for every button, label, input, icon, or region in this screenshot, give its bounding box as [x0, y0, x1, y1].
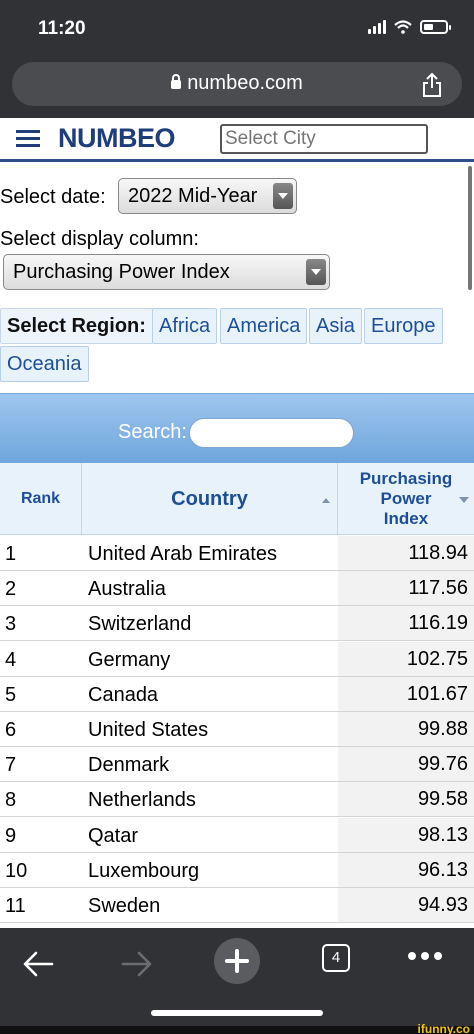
table-search-input[interactable] — [189, 418, 354, 448]
table-row: 1 United Arab Emirates 118.94 — [0, 536, 474, 571]
table-row: 7 Denmark 99.76 — [0, 747, 474, 783]
new-tab-plus-icon[interactable] — [214, 938, 260, 984]
date-select-value: 2022 Mid-Year — [128, 185, 258, 207]
rank-cell: 9 — [5, 824, 17, 847]
table-row: 8 Netherlands 99.58 — [0, 782, 474, 818]
country-cell: United Arab Emirates — [88, 543, 277, 565]
address-bar[interactable]: numbeo.com — [12, 62, 462, 106]
region-africa-link[interactable]: Africa — [152, 308, 218, 344]
country-cell: Denmark — [88, 754, 170, 777]
ppi-header-line-2: Power — [380, 489, 432, 508]
date-select[interactable]: 2022 Mid-Year — [118, 178, 297, 214]
country-cell: Netherlands — [88, 789, 196, 812]
ppi-value-cell: 101.67 — [338, 676, 474, 711]
city-search-input[interactable] — [220, 124, 428, 154]
table-row: 10 Luxembourg 96.13 — [0, 852, 474, 888]
region-america-link[interactable]: America — [220, 308, 308, 344]
region-asia-link[interactable]: Asia — [309, 308, 362, 344]
country-cell: Luxembourg — [88, 859, 200, 882]
country-cell: Qatar — [88, 824, 139, 847]
ppi-value-cell: 99.58 — [338, 782, 474, 817]
dropdown-arrow-icon — [273, 183, 293, 209]
sort-descending-icon — [459, 497, 469, 503]
scrollbar[interactable] — [468, 166, 472, 290]
rank-cell: 6 — [5, 719, 17, 741]
rank-cell: 11 — [5, 895, 26, 917]
lock-icon — [171, 74, 182, 89]
table-row: 4 Germany 102.75 — [0, 641, 474, 677]
status-time: 11:20 — [38, 18, 86, 39]
rank-cell: 7 — [5, 754, 17, 777]
menu-icon[interactable] — [16, 130, 40, 148]
watermark-text: ifunny.co — [417, 1022, 470, 1034]
url-text: numbeo.com — [187, 72, 303, 94]
rank-cell: 3 — [5, 613, 17, 636]
ppi-value-cell: 99.76 — [338, 747, 474, 782]
site-logo[interactable]: NUMBEO — [58, 123, 176, 154]
dropdown-arrow-icon — [306, 259, 326, 285]
ppi-header-line-3: Index — [383, 509, 429, 528]
watermark-strip — [0, 1026, 474, 1034]
region-title: Select Region: — [0, 308, 153, 344]
back-arrow-icon[interactable] — [22, 950, 54, 978]
country-cell: Germany — [88, 648, 171, 671]
table-search-bar: Search: — [0, 393, 474, 463]
rank-cell: 5 — [5, 683, 17, 706]
country-cell: Switzerland — [88, 613, 192, 636]
home-indicator[interactable] — [151, 1010, 323, 1016]
table-row: 2 Australia 117.56 — [0, 571, 474, 607]
country-cell: Sweden — [88, 895, 161, 917]
ppi-header-line-1: Purchasing — [359, 469, 453, 488]
ppi-value-cell: 94.93 — [338, 888, 474, 922]
more-options-icon[interactable] — [408, 952, 442, 960]
sort-ascending-icon — [322, 498, 330, 503]
rank-cell: 8 — [5, 789, 17, 812]
country-cell: Australia — [88, 578, 166, 601]
site-header: NUMBEO — [0, 118, 474, 162]
table-row: 6 United States 99.88 — [0, 712, 474, 747]
column-select[interactable]: Purchasing Power Index — [3, 254, 330, 290]
browser-chrome: 11:20 numbeo.com — [0, 0, 474, 118]
tabs-count-button[interactable]: 4 — [322, 944, 350, 972]
table-row: 9 Qatar 98.13 — [0, 817, 474, 853]
column-select-value: Purchasing Power Index — [13, 261, 230, 283]
rank-cell: 2 — [5, 578, 17, 601]
column-label: Select display column: — [0, 228, 199, 250]
ppi-value-cell: 96.13 — [338, 852, 474, 887]
ppi-value-cell: 117.56 — [338, 571, 474, 606]
country-cell: Canada — [88, 683, 159, 706]
rank-cell: 4 — [5, 648, 17, 671]
table-row: 5 Canada 101.67 — [0, 676, 474, 712]
url-display[interactable]: numbeo.com — [12, 72, 462, 95]
ppi-value-cell: 98.13 — [338, 817, 474, 852]
wifi-icon — [394, 20, 412, 34]
cellular-signal-icon — [368, 20, 386, 34]
battery-icon — [420, 20, 451, 34]
table-header: Rank Country Purchasing Power Index — [0, 463, 474, 535]
region-oceania-link[interactable]: Oceania — [0, 346, 89, 382]
country-cell: United States — [88, 719, 209, 741]
date-label: Select date: — [0, 186, 106, 208]
rank-cell: 1 — [5, 543, 17, 565]
search-label: Search: — [118, 421, 187, 443]
column-header-rank[interactable]: Rank — [0, 463, 82, 535]
region-europe-link[interactable]: Europe — [364, 308, 443, 344]
column-header-country[interactable]: Country — [82, 463, 338, 535]
ppi-value-cell: 99.88 — [338, 712, 474, 746]
column-header-ppi[interactable]: Purchasing Power Index — [338, 463, 474, 535]
ppi-value-cell: 102.75 — [338, 641, 474, 676]
browser-toolbar: 4 — [0, 928, 474, 1034]
ppi-value-cell: 116.19 — [338, 606, 474, 641]
table-row: 3 Switzerland 116.19 — [0, 606, 474, 642]
ppi-value-cell: 118.94 — [338, 536, 474, 570]
forward-arrow-icon[interactable] — [121, 950, 153, 978]
share-icon[interactable] — [420, 72, 444, 98]
status-icons — [368, 20, 451, 34]
table-row: 11 Sweden 94.93 — [0, 888, 474, 923]
rank-cell: 10 — [5, 859, 28, 882]
